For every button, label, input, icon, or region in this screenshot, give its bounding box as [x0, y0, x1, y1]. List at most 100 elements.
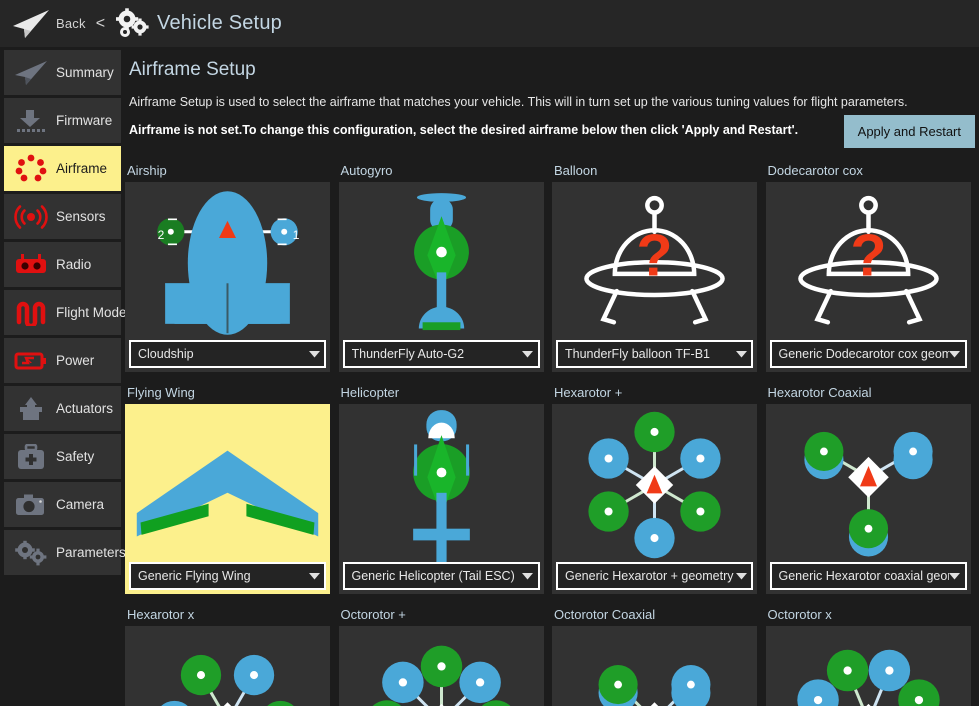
vehicle-setup-window: Back <: [0, 0, 979, 706]
airframe-card[interactable]: 2 1 Cloudship: [125, 182, 330, 372]
airframe-group-title: Octorotor x: [766, 604, 971, 626]
airframe-cell: Octorotor x: [766, 604, 979, 706]
chevron-down-icon[interactable]: [735, 351, 747, 358]
sidebar-item-label: Sensors: [56, 209, 106, 224]
airframe-illustration-unknown-ufo: ?: [770, 186, 967, 340]
sidebar-item-airframe[interactable]: Airframe: [4, 146, 121, 191]
airframe-cell: Hexarotor + Generic Hexarotor + geometry: [552, 382, 766, 594]
airframe-status-text: Airframe is not set.To change this confi…: [129, 123, 844, 137]
row-spacer: [125, 372, 979, 382]
airframe-select-value: Generic Dodecarotor cox geometry: [779, 347, 949, 361]
airframe-group-title: Airship: [125, 160, 330, 182]
airframe-select-dropdown[interactable]: Cloudship: [129, 340, 326, 368]
airframe-group-title: Hexarotor x: [125, 604, 330, 626]
sidebar-item-firmware[interactable]: Firmware: [4, 98, 121, 143]
status-row: Airframe is not set.To change this confi…: [125, 123, 979, 148]
airframe-card[interactable]: ? ThunderFly balloon TF-B1: [552, 182, 757, 372]
radio-icon: [12, 249, 50, 281]
airframe-select-dropdown[interactable]: ThunderFly balloon TF-B1: [556, 340, 753, 368]
sidebar-item-summary[interactable]: Summary: [4, 50, 121, 95]
chevron-down-icon[interactable]: [735, 573, 747, 580]
chevron-down-icon[interactable]: [949, 351, 961, 358]
airframe-group-title: Flying Wing: [125, 382, 330, 404]
airframe-illustration-octoplus: [343, 630, 540, 706]
chevron-down-icon[interactable]: [308, 351, 320, 358]
airframe-select-dropdown[interactable]: ThunderFly Auto-G2: [343, 340, 540, 368]
airframe-grid: Airship 2 1 CloudshipAutogyro: [125, 160, 979, 706]
chevron-down-icon[interactable]: [522, 351, 534, 358]
airframe-group-title: Helicopter: [339, 382, 544, 404]
airframe-select-value: Generic Hexarotor coaxial geometry: [779, 569, 949, 583]
sidebar-item-camera[interactable]: Camera: [4, 482, 121, 527]
svg-text:1: 1: [293, 228, 300, 242]
airframe-card[interactable]: [552, 626, 757, 706]
sidebar-item-power[interactable]: Power: [4, 338, 121, 383]
sidebar-item-label: Safety: [56, 449, 94, 464]
paper-plane-icon[interactable]: [10, 7, 52, 41]
airframe-select-dropdown[interactable]: Generic Dodecarotor cox geometry: [770, 340, 967, 368]
sidebar-item-parameters[interactable]: Parameters: [4, 530, 121, 575]
sidebar-item-flight-modes[interactable]: Flight Modes: [4, 290, 121, 335]
airframe-select-dropdown[interactable]: Generic Hexarotor coaxial geometry: [770, 562, 967, 590]
sensors-icon: [12, 201, 50, 233]
airframe-select-value: Generic Helicopter (Tail ESC): [352, 569, 522, 583]
sidebar-item-safety[interactable]: Safety: [4, 434, 121, 479]
camera-icon: [12, 489, 50, 521]
airframe-select-dropdown[interactable]: Generic Hexarotor + geometry: [556, 562, 753, 590]
sidebar-item-actuators[interactable]: Actuators: [4, 386, 121, 431]
airframe-card[interactable]: ? Generic Dodecarotor cox geometry: [766, 182, 971, 372]
top-toolbar: Back <: [0, 0, 979, 47]
airframe-group-title: Hexarotor Coaxial: [766, 382, 971, 404]
battery-icon: [12, 345, 50, 377]
back-chevron-icon[interactable]: <: [96, 15, 105, 33]
airframe-group-title: Octorotor +: [339, 604, 544, 626]
airframe-illustration-unknown-ufo: ?: [556, 186, 753, 340]
airframe-card[interactable]: Generic Hexarotor + geometry: [552, 404, 757, 594]
airframe-illustration-autogyro: [343, 186, 540, 340]
airframe-select-value: Cloudship: [138, 347, 308, 361]
paper-plane-icon: [12, 57, 50, 89]
airframe-card-selected[interactable]: Generic Flying Wing: [125, 404, 330, 594]
airframe-card[interactable]: Generic Helicopter (Tail ESC): [339, 404, 544, 594]
chevron-down-icon[interactable]: [949, 573, 961, 580]
airframe-cell: Helicopter Generic Helicopter (Tail ESC): [339, 382, 553, 594]
chevron-down-icon[interactable]: [522, 573, 534, 580]
airframe-cell: Flying Wing Generic Flying Wing: [125, 382, 339, 594]
airframe-group-title: Octorotor Coaxial: [552, 604, 757, 626]
airframe-card[interactable]: ThunderFly Auto-G2: [339, 182, 544, 372]
airframe-card[interactable]: [339, 626, 544, 706]
svg-text:?: ?: [636, 221, 672, 288]
airframe-select-value: ThunderFly Auto-G2: [352, 347, 522, 361]
airframe-illustration-airship: 2 1: [129, 186, 326, 340]
airframe-illustration-octocoax: [556, 630, 753, 706]
download-icon: [12, 105, 50, 137]
sidebar-item-label: Camera: [56, 497, 104, 512]
airframe-illustration-hexacoax: [770, 408, 967, 562]
sidebar-item-label: Airframe: [56, 161, 107, 176]
airframe-card[interactable]: Generic Hexarotor coaxial geometry: [766, 404, 971, 594]
apply-and-restart-button[interactable]: Apply and Restart: [844, 115, 975, 148]
sidebar-item-label: Summary: [56, 65, 114, 80]
airframe-cell: Hexarotor Coaxial Generic Hexarotor coaxi…: [766, 382, 979, 594]
gears-icon: [113, 7, 151, 41]
sidebar-item-label: Flight Modes: [56, 305, 133, 320]
sidebar-item-sensors[interactable]: Sensors: [4, 194, 121, 239]
airframe-group-title: Hexarotor +: [552, 382, 757, 404]
airframe-group-title: Balloon: [552, 160, 757, 182]
sidebar-item-label: Power: [56, 353, 94, 368]
actuators-icon: [12, 393, 50, 425]
back-label[interactable]: Back: [56, 16, 86, 31]
airframe-select-dropdown[interactable]: Generic Flying Wing: [129, 562, 326, 590]
svg-text:?: ?: [850, 221, 886, 288]
sidebar-item-radio[interactable]: Radio: [4, 242, 121, 287]
airframe-card[interactable]: [125, 626, 330, 706]
airframe-card[interactable]: [766, 626, 971, 706]
body-container: Summary Firmware: [0, 47, 979, 706]
airframe-illustration-hexax: [129, 630, 326, 706]
page-description: Airframe Setup is used to select the air…: [129, 95, 979, 109]
airframe-cell: Octorotor +: [339, 604, 553, 706]
chevron-down-icon[interactable]: [308, 573, 320, 580]
airframe-select-value: Generic Flying Wing: [138, 569, 308, 583]
airframe-illustration-helicopter: [343, 408, 540, 562]
airframe-select-dropdown[interactable]: Generic Helicopter (Tail ESC): [343, 562, 540, 590]
